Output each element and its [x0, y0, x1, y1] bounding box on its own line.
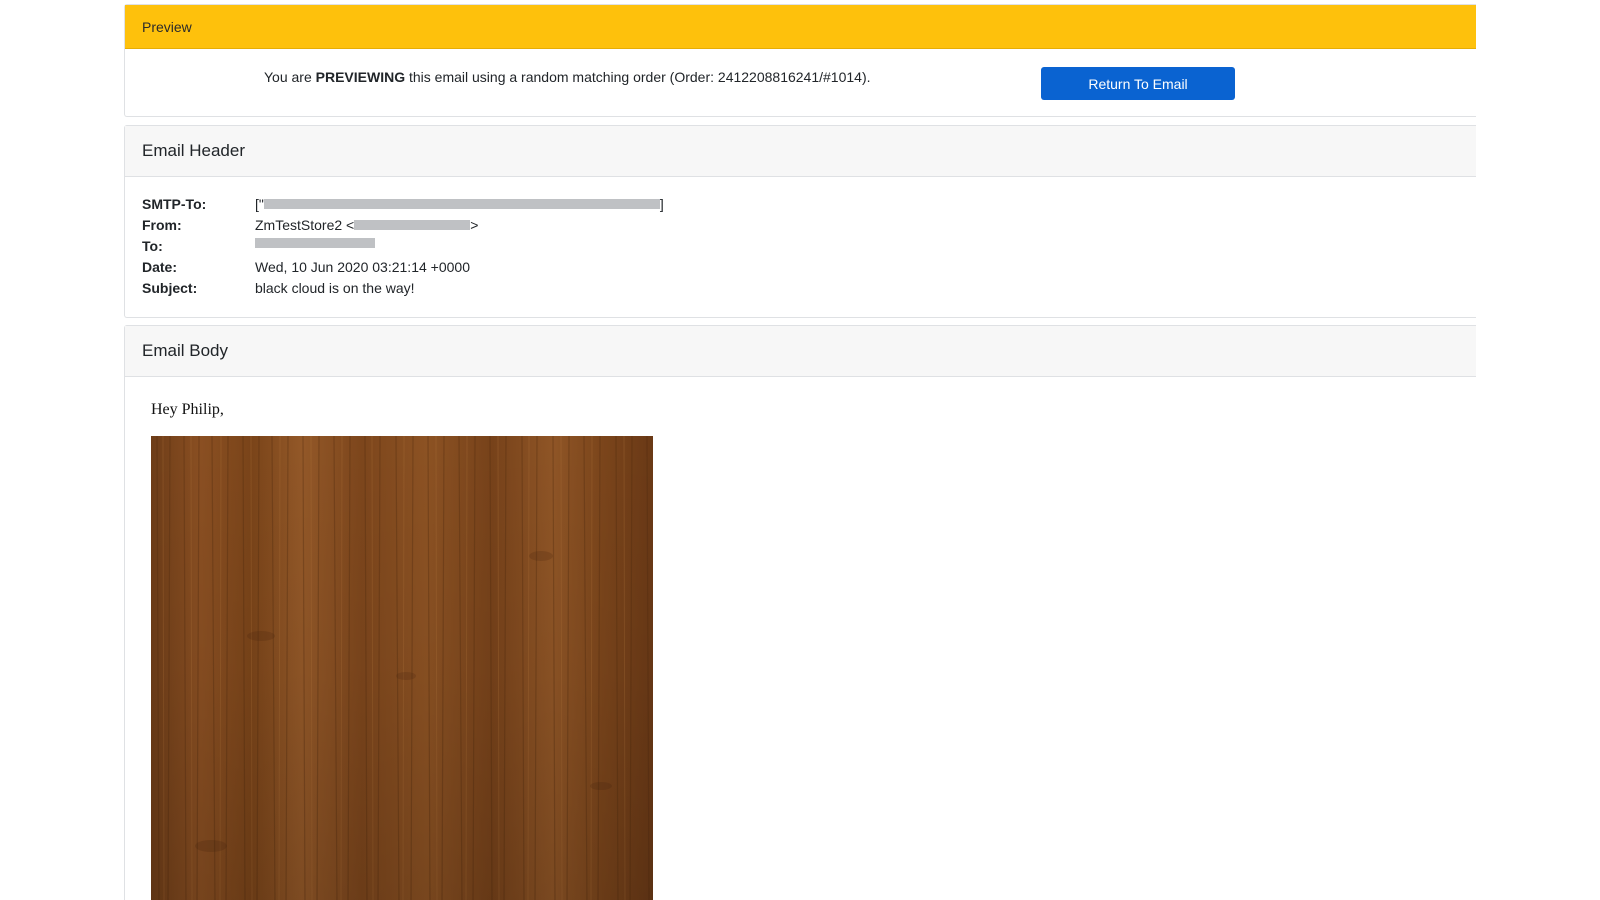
date-value: Wed, 10 Jun 2020 03:21:14 +0000 — [255, 259, 470, 275]
to-label: To: — [142, 238, 163, 254]
date-row: Date: Wed, 10 Jun 2020 03:21:14 +0000 — [125, 259, 1476, 280]
preview-message-suffix: this email using a random matching order… — [405, 69, 871, 85]
subject-row: Subject: black cloud is on the way! — [125, 280, 1476, 301]
to-row: To: — [125, 238, 1476, 259]
email-body-card: Email Body Hey Philip, — [124, 325, 1476, 900]
email-greeting: Hey Philip, — [151, 401, 224, 418]
from-label: From: — [142, 217, 182, 233]
smtp-to-row: SMTP-To: ["] — [125, 196, 1476, 217]
preview-bar: Preview — [125, 5, 1476, 49]
preview-card: Preview You are PREVIEWING this email us… — [124, 4, 1476, 117]
email-body-title: Email Body — [142, 341, 228, 360]
subject-value: black cloud is on the way! — [255, 280, 415, 296]
wood-texture-product-image — [151, 436, 653, 900]
smtp-to-redaction — [263, 199, 660, 209]
email-header-title-bar: Email Header — [125, 126, 1476, 177]
email-header-fields: SMTP-To: ["] From: ZmTestStore2 < > To: D… — [125, 177, 1476, 301]
preview-message-prefix: You are — [264, 69, 316, 85]
from-suffix: > — [470, 217, 479, 233]
smtp-to-label: SMTP-To: — [142, 196, 207, 212]
from-redaction — [354, 220, 471, 230]
preview-message-bold: PREVIEWING — [315, 69, 406, 85]
to-redaction — [255, 238, 375, 248]
from-prefix: ZmTestStore2 < — [255, 217, 355, 233]
return-to-email-button[interactable]: Return To Email — [1041, 67, 1235, 100]
preview-body: You are PREVIEWING this email using a ra… — [125, 49, 1476, 118]
from-row: From: ZmTestStore2 < > — [125, 217, 1476, 238]
smtp-to-value: ["] — [255, 196, 664, 212]
date-label: Date: — [142, 259, 178, 275]
smtp-to-prefix: [" — [255, 196, 264, 212]
email-preview-page: Preview You are PREVIEWING this email us… — [0, 0, 1600, 900]
smtp-to-suffix: ] — [659, 196, 664, 212]
from-value: ZmTestStore2 < > — [255, 217, 478, 233]
email-header-title: Email Header — [142, 141, 245, 160]
to-value — [255, 238, 375, 248]
email-header-card: Email Header SMTP-To: ["] From: ZmTestSt… — [124, 125, 1476, 318]
preview-label: Preview — [142, 18, 192, 35]
subject-label: Subject: — [142, 280, 198, 296]
email-body-title-bar: Email Body — [125, 326, 1476, 377]
preview-message: You are PREVIEWING this email using a ra… — [264, 69, 871, 85]
